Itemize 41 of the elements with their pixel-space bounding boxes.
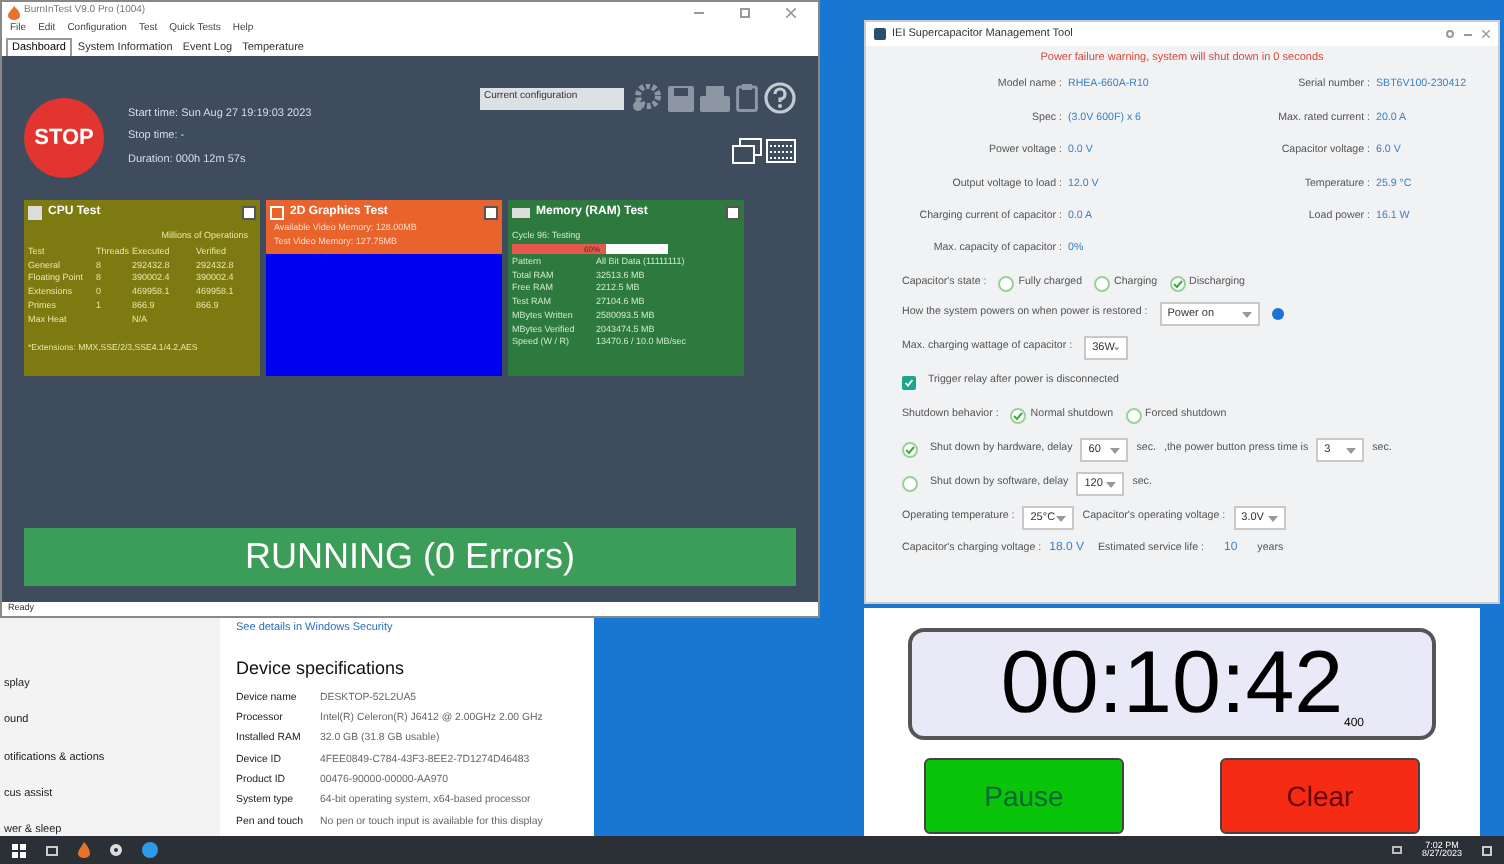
radio-button[interactable] xyxy=(1169,276,1186,293)
minimize-icon[interactable] xyxy=(694,11,704,13)
radio-button[interactable] xyxy=(902,476,918,493)
minimize-icon[interactable] xyxy=(1464,33,1472,35)
flame-icon[interactable] xyxy=(78,842,90,858)
caret-icon xyxy=(1056,515,1067,522)
info-icon[interactable] xyxy=(1271,308,1284,321)
windows-icon[interactable] xyxy=(732,138,762,164)
keyboard-icon[interactable] xyxy=(766,138,796,164)
settings-icon[interactable] xyxy=(1446,30,1454,38)
caret-icon xyxy=(1241,311,1252,318)
browser-icon[interactable] xyxy=(142,842,158,858)
radio-button[interactable] xyxy=(1125,408,1142,425)
start-icon[interactable] xyxy=(12,843,26,857)
status-banner: RUNNING (0 Errors) xyxy=(24,528,796,586)
caret-icon xyxy=(1346,447,1357,454)
radio-button[interactable] xyxy=(1094,276,1111,293)
caret-icon xyxy=(1110,447,1121,454)
caret-icon xyxy=(1267,515,1278,522)
checkbox[interactable] xyxy=(902,375,916,390)
printer-icon[interactable] xyxy=(700,85,730,111)
task-view-icon[interactable] xyxy=(46,845,58,855)
gear-icon[interactable] xyxy=(110,844,122,856)
help-icon[interactable] xyxy=(764,82,796,114)
section-heading: Device specifications xyxy=(236,656,407,683)
radio-button[interactable] xyxy=(1010,408,1027,425)
flame-icon xyxy=(8,5,20,19)
close-icon[interactable] xyxy=(786,7,796,17)
app-icon xyxy=(874,28,886,40)
caret-icon xyxy=(1106,481,1117,488)
notification-icon[interactable] xyxy=(1482,845,1492,855)
clipboard-icon[interactable] xyxy=(736,84,758,112)
caret-icon xyxy=(1114,345,1121,352)
maximize-icon[interactable] xyxy=(740,7,750,17)
tray-icon[interactable] xyxy=(1391,846,1402,854)
close-icon[interactable] xyxy=(1482,30,1490,38)
stop-button[interactable]: STOP xyxy=(24,98,104,178)
radio-button[interactable] xyxy=(902,442,918,459)
save-icon[interactable] xyxy=(668,85,694,111)
radio-button[interactable] xyxy=(998,276,1015,293)
elapsed-time: 00:10:42 xyxy=(1000,640,1344,728)
